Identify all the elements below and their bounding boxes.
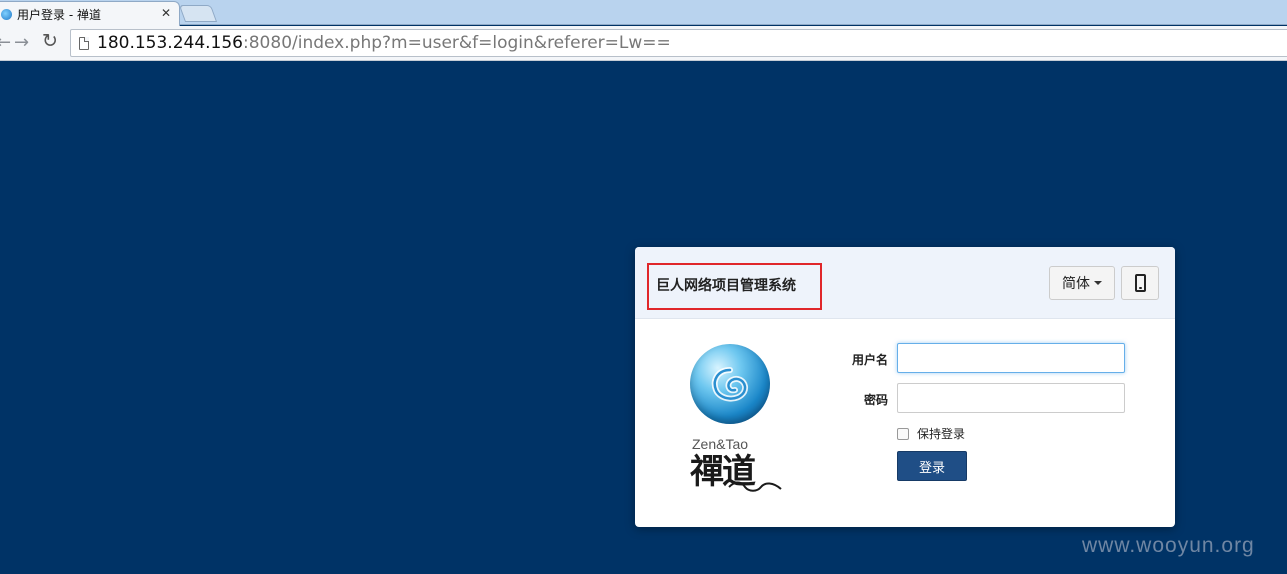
address-bar[interactable]: 180.153.244.156:8080/index.php?m=user&f=… (70, 29, 1287, 57)
login-button[interactable]: 登录 (897, 451, 967, 481)
keep-login-checkbox[interactable] (897, 427, 909, 440)
login-panel: 巨人网络项目管理系统 简体 Zen&Tao 禪道 用户名 密码 保持登录 登录 (635, 247, 1175, 527)
back-arrow-icon[interactable]: ← (0, 32, 11, 53)
watermark-text: www.wooyun.org (1082, 534, 1255, 557)
keep-login-label: 保持登录 (917, 427, 966, 441)
zentao-logo-icon (690, 344, 770, 424)
mobile-phone-icon (1134, 274, 1146, 292)
keep-login-row: 保持登录 (897, 425, 965, 442)
url-host: 180.153.244.156 (97, 33, 244, 53)
password-label: 密码 (863, 393, 888, 407)
page-background: 巨人网络项目管理系统 简体 Zen&Tao 禪道 用户名 密码 保持登录 登录 … (0, 62, 1287, 574)
username-input[interactable] (897, 343, 1125, 373)
favicon-icon (1, 8, 12, 20)
tab-title: 用户登录 - 禅道 (17, 7, 101, 22)
logo-text: Zen&Tao (692, 436, 749, 452)
url-path: :8080/index.php?m=user&f=login&referer=L… (243, 33, 671, 53)
panel-header: 巨人网络项目管理系统 简体 (635, 247, 1175, 319)
new-tab-button[interactable] (178, 5, 218, 22)
swirl-icon (711, 367, 748, 402)
system-title: 巨人网络项目管理系统 (647, 263, 822, 310)
reload-icon[interactable]: ↻ (42, 30, 58, 52)
tab-strip: 用户登录 - 禅道 ✕ (0, 0, 1287, 26)
browser-tab[interactable]: 用户登录 - 禅道 ✕ (0, 1, 180, 26)
caret-down-icon (1094, 281, 1102, 285)
browser-toolbar: ← → ↻ 180.153.244.156:8080/index.php?m=u… (0, 26, 1287, 61)
username-label: 用户名 (851, 353, 888, 367)
forward-arrow-icon[interactable]: → (14, 32, 29, 53)
language-dropdown[interactable]: 简体 (1049, 266, 1115, 300)
language-label: 简体 (1062, 276, 1090, 292)
close-icon[interactable]: ✕ (161, 6, 171, 20)
cloud-flourish-icon (728, 481, 782, 492)
page-icon (79, 36, 89, 50)
password-input[interactable] (897, 383, 1125, 413)
mobile-button[interactable] (1121, 266, 1159, 300)
